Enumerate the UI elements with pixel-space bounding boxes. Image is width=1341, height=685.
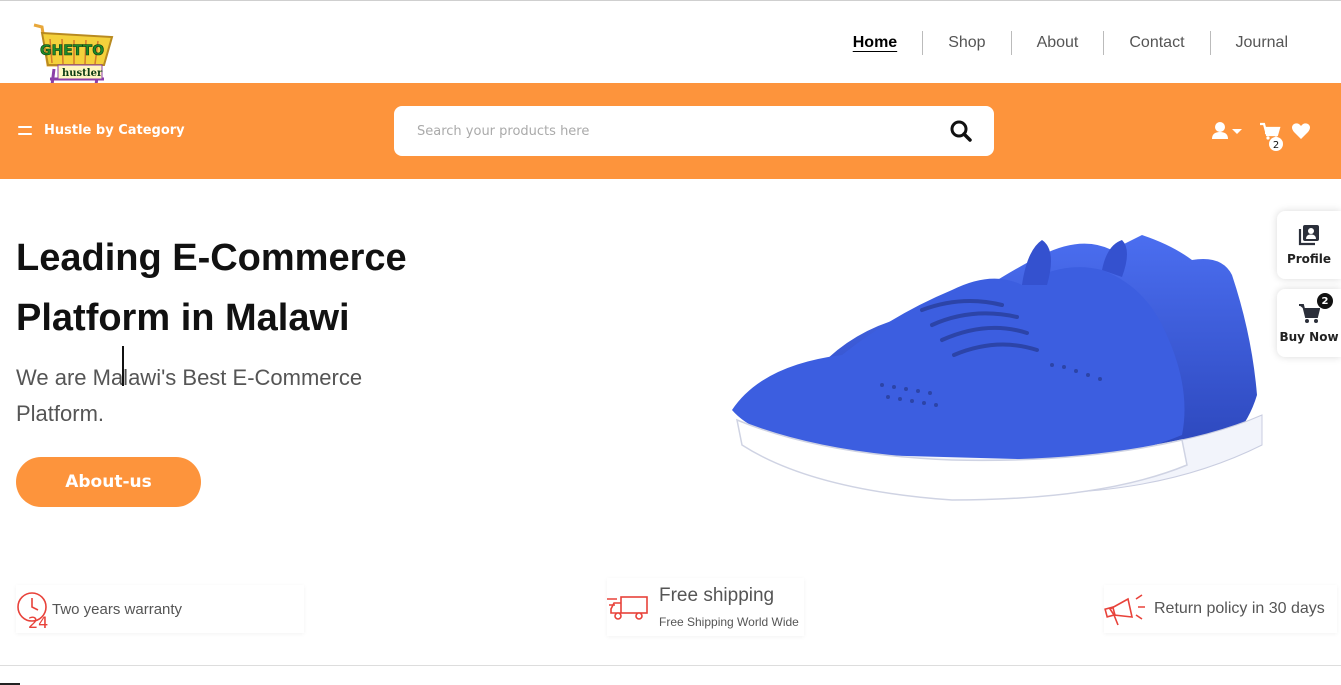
- nav-contact[interactable]: Contact: [1104, 34, 1209, 52]
- feature-shipping: Free shipping Free Shipping World Wide: [607, 578, 804, 636]
- search-button[interactable]: [950, 120, 972, 142]
- menu-icon: [18, 125, 32, 136]
- about-us-button[interactable]: About-us: [16, 457, 201, 507]
- search-input[interactable]: [417, 123, 917, 139]
- main-nav: Home Shop About Contact Journal: [828, 31, 1313, 55]
- cart-count: 2: [1273, 140, 1279, 151]
- warranty-text: Two years warranty: [52, 600, 183, 618]
- profile-label: Profile: [1286, 252, 1332, 266]
- nav-about[interactable]: About: [1012, 34, 1104, 52]
- cart-icon: [1299, 304, 1320, 323]
- feature-returns: Return policy in 30 days: [1104, 585, 1337, 633]
- category-label: Hustle by Category: [44, 123, 185, 138]
- hero-title: Leading E-Commerce Platform in Malawi: [16, 237, 407, 339]
- returns-text: Return policy in 30 days: [1154, 600, 1325, 617]
- nav-home[interactable]: Home: [828, 34, 922, 52]
- shipping-subtitle: Free Shipping World Wide: [659, 615, 799, 629]
- site-header: GHETTO hustler Home Shop About Contact J…: [0, 3, 1341, 96]
- category-menu-button[interactable]: Hustle by Category: [18, 123, 185, 138]
- clock-24-icon: 24: [17, 592, 48, 629]
- user-icon[interactable]: [1212, 122, 1228, 139]
- category-search-bar: Hustle by Category 2: [0, 83, 1341, 179]
- profile-side-button[interactable]: Profile: [1277, 211, 1341, 279]
- shipping-title: Free shipping: [659, 585, 775, 606]
- heart-icon[interactable]: [1292, 123, 1310, 139]
- buy-now-side-button[interactable]: 2 Buy Now: [1277, 289, 1341, 357]
- buy-now-count: 2: [1317, 293, 1333, 309]
- profile-icon: [1298, 225, 1319, 246]
- hero-subtitle: We are Malawi's Best E-Commerce Platform…: [16, 365, 363, 426]
- svg-text:GHETTO: GHETTO: [40, 43, 104, 59]
- nav-journal[interactable]: Journal: [1211, 34, 1313, 52]
- delivery-truck-icon: [607, 596, 648, 620]
- svg-text:hustler: hustler: [62, 68, 103, 79]
- caret-down-icon[interactable]: [1232, 129, 1242, 134]
- header-actions: 2: [1212, 121, 1322, 151]
- search-icon: [950, 120, 972, 142]
- search-box: [394, 106, 994, 156]
- svg-text:24: 24: [28, 613, 48, 629]
- hero-shoe-image: [722, 215, 1270, 505]
- buy-now-label: Buy Now: [1279, 330, 1339, 344]
- nav-shop[interactable]: Shop: [923, 34, 1010, 52]
- feature-warranty: 24 Two years warranty: [16, 585, 304, 633]
- text-cursor: [122, 346, 124, 386]
- section-divider: [0, 665, 1341, 666]
- megaphone-icon: [1104, 594, 1145, 626]
